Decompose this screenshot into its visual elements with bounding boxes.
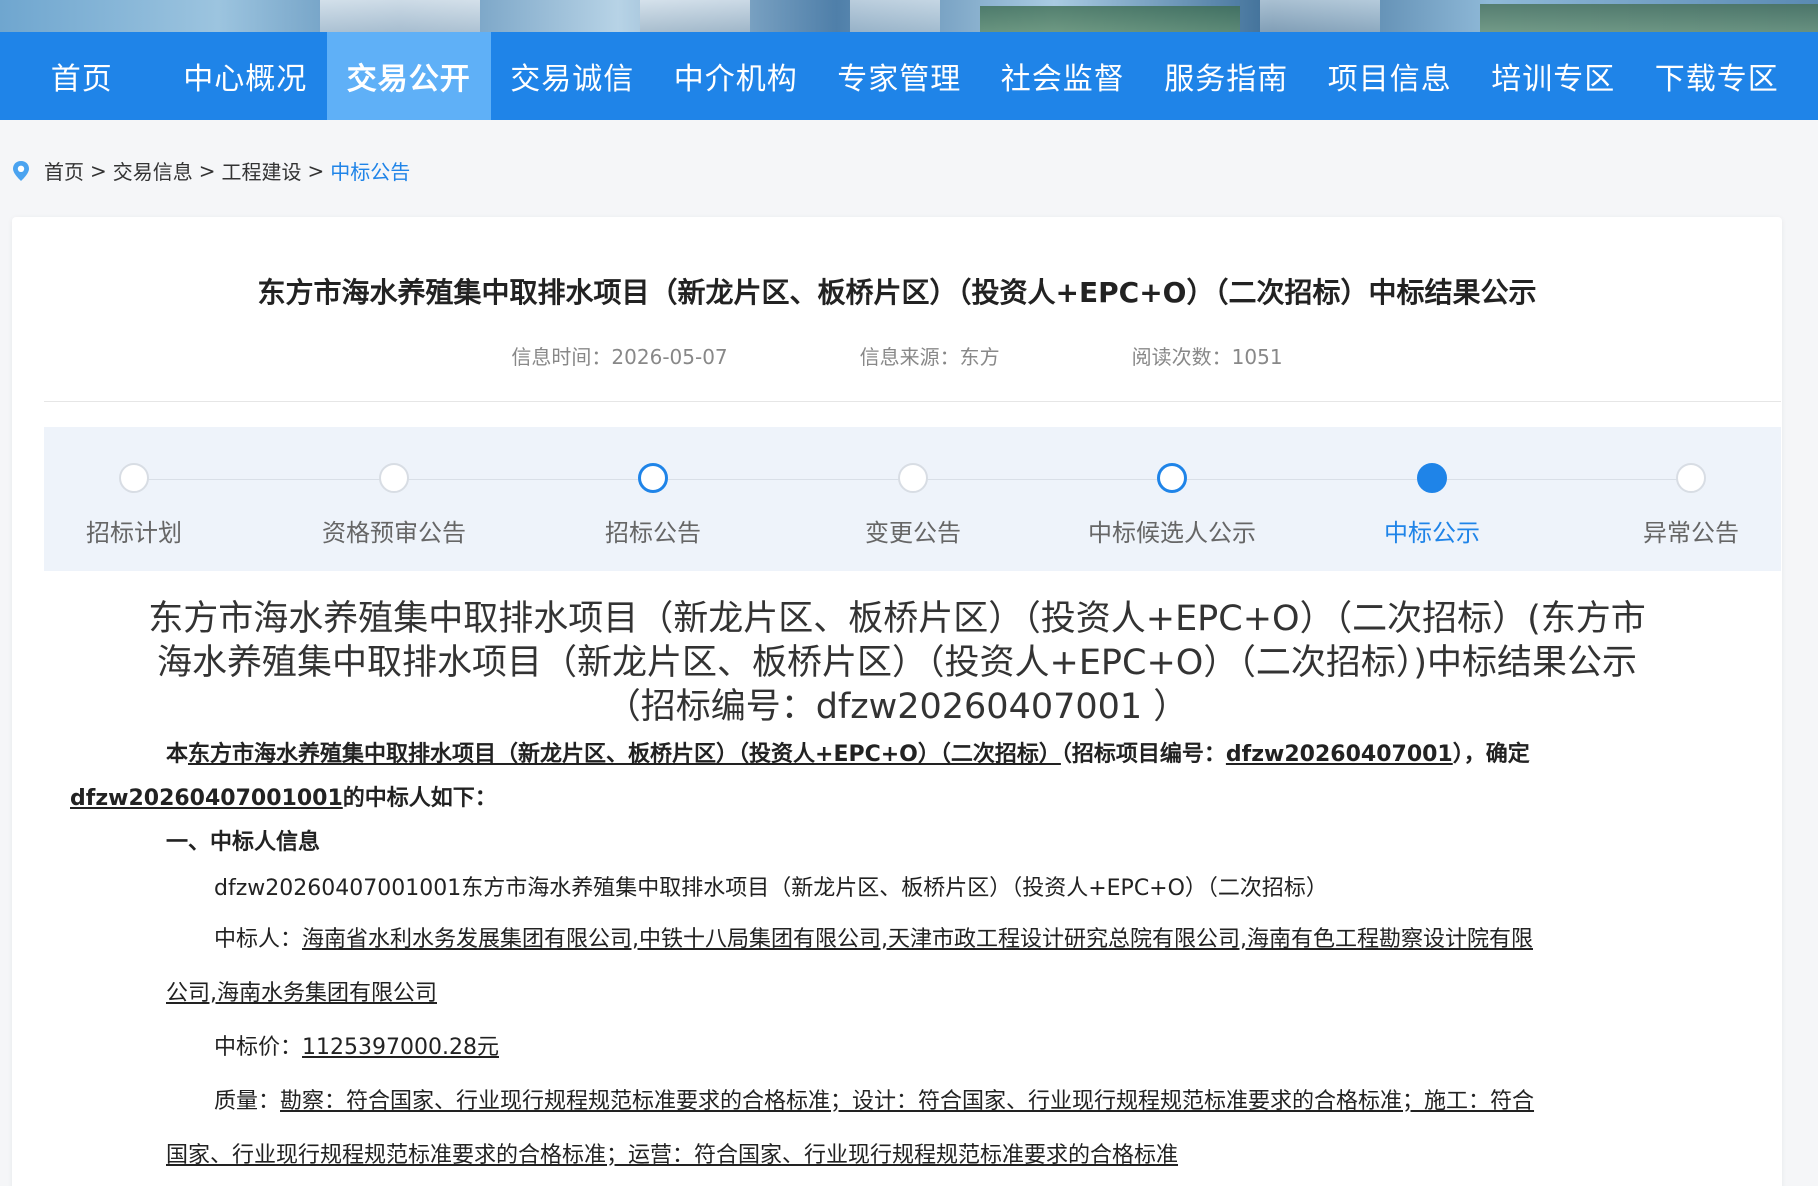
step-dot	[379, 463, 409, 493]
read-count: 阅读次数：1051	[1131, 345, 1283, 369]
price-label: 中标价：	[214, 1035, 303, 1060]
nav-item-supervision[interactable]: 社会监督	[981, 32, 1145, 120]
step-candidate-notice[interactable]: 中标候选人公示	[1042, 463, 1302, 548]
quality-label: 质量：	[214, 1089, 281, 1114]
lead-paragraph: 本东方市海水养殖集中取排水项目（新龙片区、板桥片区）（投资人+EPC+O）（二次…	[70, 742, 1530, 811]
step-label: 变更公告	[865, 519, 961, 547]
step-dot	[1417, 463, 1447, 493]
divider	[44, 401, 1781, 402]
step-dot	[1157, 463, 1187, 493]
breadcrumb-construction[interactable]: 工程建设	[222, 156, 302, 185]
step-bid-notice[interactable]: 招标公告	[523, 463, 783, 548]
step-change-notice[interactable]: 变更公告	[783, 463, 1043, 548]
nav-item-trade-credit[interactable]: 交易诚信	[491, 32, 655, 120]
step-label: 招标公告	[605, 519, 701, 547]
step-dot	[638, 463, 668, 493]
breadcrumb-separator: >	[198, 158, 216, 183]
article-title: 东方市海水养殖集中取排水项目（新龙片区、板桥片区）（投资人+EPC+O）（二次招…	[257, 276, 1537, 309]
step-label: 中标公示	[1384, 519, 1480, 547]
nav-item-training[interactable]: 培训专区	[1472, 32, 1636, 120]
winner-label: 中标人：	[214, 927, 303, 952]
announcement-body: 本东方市海水养殖集中取排水项目（新龙片区、板桥片区）（投资人+EPC+O）（二次…	[70, 733, 1688, 1183]
step-bid-plan[interactable]: 招标计划	[4, 463, 264, 548]
step-dot	[119, 463, 149, 493]
nav-item-project-info[interactable]: 项目信息	[1308, 32, 1472, 120]
breadcrumb-separator: >	[90, 158, 107, 183]
quality-value-cont: 国家、行业现行规程规范标准要求的合格标准；运营：符合国家、行业现行规程规范标准要…	[166, 1143, 1179, 1168]
announcement-heading: 东方市海水养殖集中取排水项目（新龙片区、板桥片区）（投资人+EPC+O）（二次招…	[112, 597, 1682, 729]
breadcrumb: 首页 > 交易信息 > 工程建设 > 中标公告	[10, 156, 410, 185]
price-row: 中标价：1125397000.28元	[118, 1021, 1688, 1075]
step-label: 资格预审公告	[322, 519, 466, 547]
step-dot	[1676, 463, 1706, 493]
winner-value-cont: 公司,海南水务集团有限公司	[166, 981, 437, 1006]
nav-item-downloads[interactable]: 下载专区	[1635, 32, 1799, 120]
nav-item-agencies[interactable]: 中介机构	[654, 32, 818, 120]
project-code: dfzw20260407001	[1225, 742, 1453, 767]
breadcrumb-trade-info[interactable]: 交易信息	[113, 156, 193, 185]
quality-value: 勘察：符合国家、行业现行规程规范标准要求的合格标准；设计：符合国家、行业现行规程…	[280, 1089, 1535, 1114]
location-pin-icon	[10, 160, 32, 182]
info-source: 信息来源：东方	[859, 345, 1000, 369]
winner-row: 中标人：海南省水利水务发展集团有限公司,中铁十八局集团有限公司,天津市政工程设计…	[118, 913, 1688, 1021]
header-banner-image	[0, 0, 1818, 32]
project-name: 东方市海水养殖集中取排水项目（新龙片区、板桥片区）（投资人+EPC+O）（二次招…	[188, 742, 1061, 767]
nav-item-center-overview[interactable]: 中心概况	[164, 32, 328, 120]
step-label: 异常公告	[1643, 519, 1739, 547]
article-meta: 信息时间：2026-05-07 信息来源：东方 阅读次数：1051	[12, 341, 1782, 370]
breadcrumb-current[interactable]: 中标公告	[330, 156, 410, 185]
section-name: dfzw20260407001001东方市海水养殖集中取排水项目（新龙片区、板桥…	[214, 876, 1328, 901]
section-code: dfzw20260407001001	[70, 786, 343, 811]
step-award-notice[interactable]: 中标公示	[1302, 463, 1562, 548]
announcement-heading-line: 海水养殖集中取排水项目（新龙片区、板桥片区）（投资人+EPC+O）（二次招标）)…	[156, 643, 1638, 683]
step-dot	[898, 463, 928, 493]
nav-item-experts[interactable]: 专家管理	[818, 32, 982, 120]
breadcrumb-separator: >	[307, 158, 325, 183]
info-time: 信息时间：2026-05-07	[511, 345, 728, 369]
process-steps: 招标计划 资格预审公告 招标公告 变更公告 中标候选人公示 中标公示 异常公告	[44, 427, 1781, 571]
step-label: 中标候选人公示	[1088, 519, 1256, 547]
main-nav: 首页 中心概况 交易公开 交易诚信 中介机构 专家管理 社会监督 服务指南 项目…	[0, 32, 1818, 120]
winner-value: 海南省水利水务发展集团有限公司,中铁十八局集团有限公司,天津市政工程设计研究总院…	[302, 927, 1533, 952]
breadcrumb-home[interactable]: 首页	[44, 156, 84, 185]
step-prequal-notice[interactable]: 资格预审公告	[264, 463, 524, 548]
announcement-heading-line: 东方市海水养殖集中取排水项目（新龙片区、板桥片区）（投资人+EPC+O）（二次招…	[148, 599, 1646, 639]
price-value: 1125397000.28元	[302, 1035, 499, 1060]
article-card: 东方市海水养殖集中取排水项目（新龙片区、板桥片区）（投资人+EPC+O）（二次招…	[12, 217, 1782, 1186]
announcement-heading-line: （招标编号：dfzw20260407001 ）	[605, 687, 1189, 727]
section-winner-info-heading: 一、中标人信息	[166, 830, 321, 855]
step-label: 招标计划	[86, 519, 182, 547]
nav-item-home[interactable]: 首页	[0, 32, 164, 120]
quality-row: 质量：勘察：符合国家、行业现行规程规范标准要求的合格标准；设计：符合国家、行业现…	[118, 1075, 1688, 1183]
nav-item-service-guide[interactable]: 服务指南	[1145, 32, 1309, 120]
nav-item-trade-public[interactable]: 交易公开	[327, 32, 491, 120]
step-exception-notice[interactable]: 异常公告	[1561, 463, 1818, 548]
